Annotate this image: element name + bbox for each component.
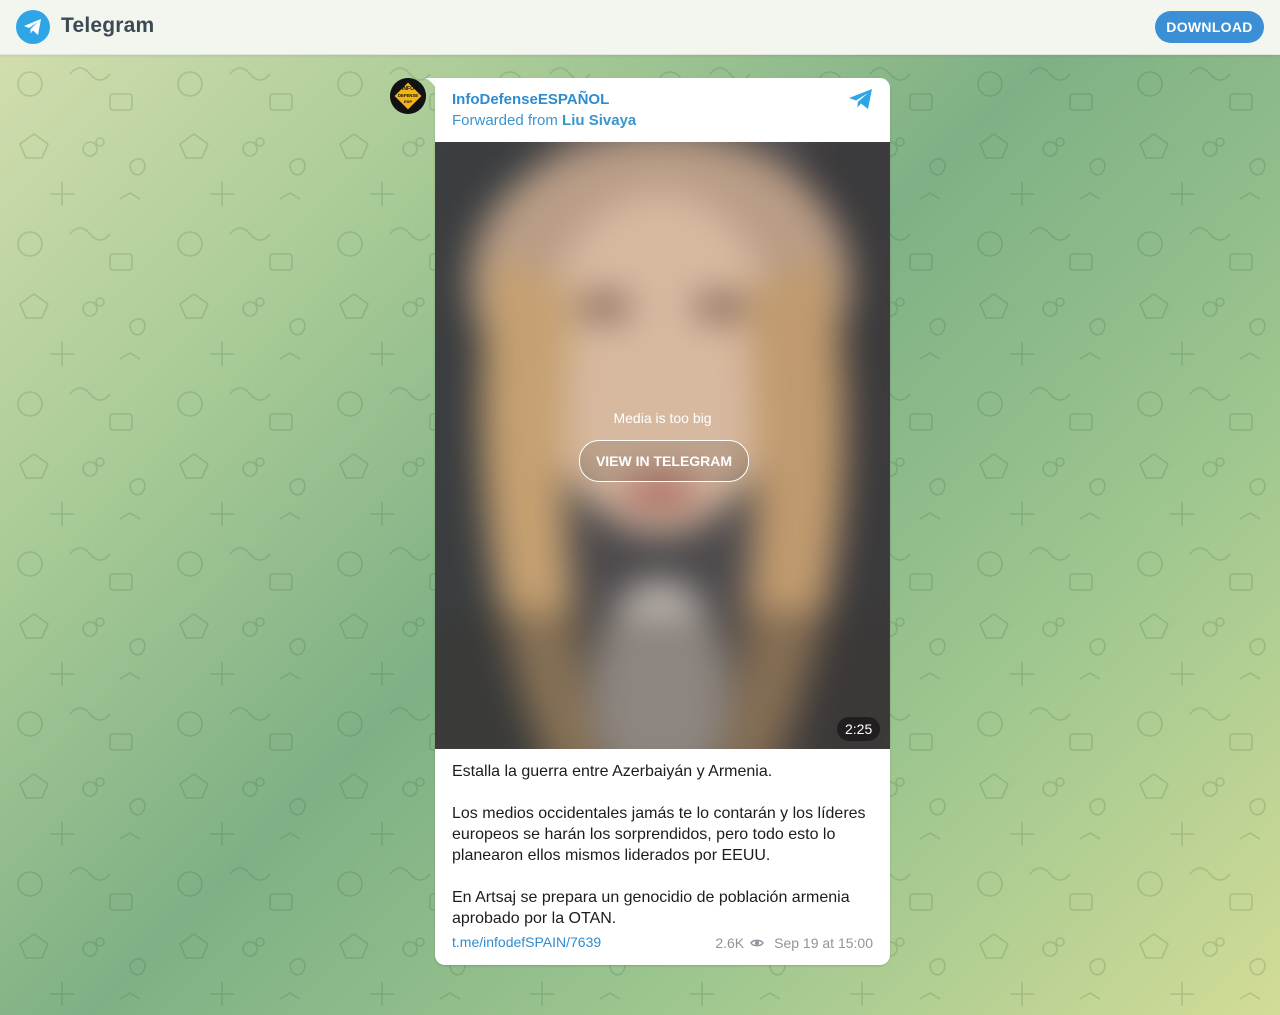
message-bubble: InfoDefenseESPAÑOL Forwarded from Liu Si… <box>435 78 890 965</box>
avatar-text-line: DEFENSE <box>398 93 418 98</box>
telegram-logo-icon[interactable] <box>16 10 50 44</box>
post-date[interactable]: Sep 19 at 15:00 <box>774 935 873 951</box>
post-link[interactable]: t.me/infodefSPAIN/7639 <box>452 934 601 950</box>
view-count: 2.6K <box>715 935 745 951</box>
forwarded-header: Forwarded from Liu Sivaya <box>452 112 636 129</box>
top-bar: Telegram DOWNLOAD <box>0 0 1280 55</box>
video-duration-badge: 2:25 <box>837 717 881 741</box>
forwarded-prefix: Forwarded from <box>452 112 558 129</box>
avatar-text-line: INFO <box>402 86 414 92</box>
view-in-telegram-button[interactable]: VIEW IN TELEGRAM <box>579 440 749 482</box>
channel-name-link[interactable]: InfoDefenseESPAÑOL <box>452 91 609 108</box>
message-text: Estalla la guerra entre Azerbaiyán y Arm… <box>452 763 866 927</box>
video-preview[interactable]: Media is too big VIEW IN TELEGRAM 2:25 <box>435 142 890 749</box>
eye-icon <box>750 935 764 951</box>
telegram-plane-icon[interactable] <box>848 88 874 110</box>
forwarded-from-link[interactable]: Liu Sivaya <box>562 112 636 129</box>
post-meta: 2.6K Sep 19 at 15:00 <box>715 935 873 951</box>
avatar-text-line: ESP <box>404 99 412 104</box>
media-too-big-text: Media is too big <box>613 410 712 426</box>
brand-title[interactable]: Telegram <box>61 14 154 38</box>
channel-avatar[interactable]: INFO DEFENSE ESP <box>390 78 426 114</box>
download-button[interactable]: DOWNLOAD <box>1155 11 1264 43</box>
